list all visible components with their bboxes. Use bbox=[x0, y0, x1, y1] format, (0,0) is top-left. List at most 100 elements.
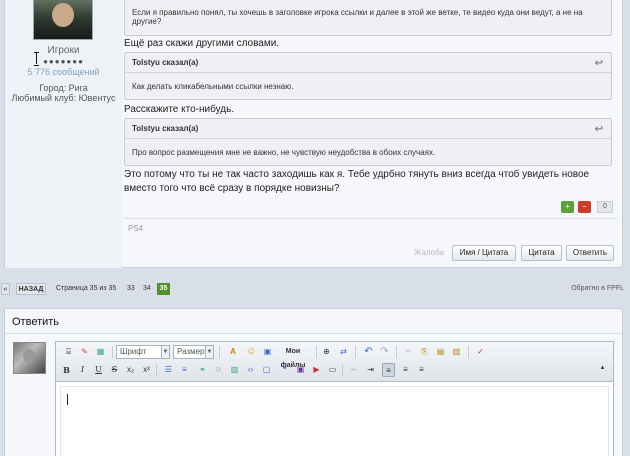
pagination: « НАЗАД Страница 35 из 35 33 34 35 Обрат… bbox=[0, 283, 630, 297]
eraser-icon[interactable]: ✎ bbox=[78, 345, 91, 359]
toolbar-divider bbox=[316, 346, 317, 358]
chevron-down-icon: ▼ bbox=[205, 346, 213, 358]
toolbar-divider bbox=[342, 364, 343, 376]
superscript-icon[interactable]: x² bbox=[140, 363, 153, 377]
source-icon[interactable]: ⌸ bbox=[62, 345, 75, 359]
quote-block: Если я правильно понял, ты хочешь в заго… bbox=[124, 0, 612, 36]
back-to-forum-link[interactable]: Обратно в FPFL bbox=[571, 283, 624, 295]
report-link[interactable]: Жалоба bbox=[414, 248, 444, 257]
outdent-icon[interactable]: ⇤ bbox=[348, 363, 361, 377]
image-icon[interactable]: ▦ bbox=[94, 345, 107, 359]
strikethrough-icon[interactable]: S bbox=[108, 363, 121, 377]
media-icon[interactable]: ▭ bbox=[326, 363, 339, 377]
redo-icon[interactable]: ↷ bbox=[378, 345, 391, 359]
quote-button[interactable]: Цитата bbox=[521, 245, 562, 261]
toolbar-divider bbox=[355, 346, 356, 358]
align-left-icon[interactable]: ≡ bbox=[382, 363, 395, 377]
signature: PS4 bbox=[128, 224, 144, 233]
editor-toolbar: ⌸ ✎ ▦ Шрифт ▼ Размер ▼ A ☺ ▣ Мои файлы ⊕… bbox=[56, 342, 613, 382]
author-city: Город: Рига bbox=[39, 83, 88, 93]
cut-icon[interactable]: ✂ bbox=[402, 345, 415, 359]
quote-block: Tolstyu сказал(а) ↩ Как делать кликабель… bbox=[124, 52, 612, 100]
text-cursor-icon bbox=[34, 52, 40, 66]
reply-textarea[interactable] bbox=[60, 386, 609, 456]
binoculars-icon[interactable]: ⊕ bbox=[320, 345, 333, 359]
quote-text: Если я правильно понял, ты хочешь в заго… bbox=[132, 8, 583, 26]
post-text: Ещё раз скажи другими словами. bbox=[124, 38, 280, 49]
subscript-icon[interactable]: x₂ bbox=[124, 363, 137, 377]
toolbar-divider bbox=[468, 346, 469, 358]
quote-icon[interactable]: ❝ bbox=[278, 363, 291, 377]
rep-count: 0 bbox=[597, 201, 613, 213]
font-color-icon[interactable]: A bbox=[225, 345, 241, 359]
underline-icon[interactable]: U bbox=[92, 363, 105, 377]
quote-arrow-icon[interactable]: ↩ bbox=[595, 124, 603, 135]
author-avatar[interactable] bbox=[33, 0, 93, 40]
forum-post: Игроки ●●●●●●● 5 776 сообщений Город: Ри… bbox=[4, 0, 623, 268]
chevron-down-icon: ▼ bbox=[161, 346, 169, 358]
author-group: Игроки bbox=[47, 45, 80, 56]
text-caret bbox=[67, 394, 68, 405]
pagination-prev-button[interactable]: « bbox=[1, 283, 10, 295]
insert-image-icon[interactable]: ▨ bbox=[228, 363, 241, 377]
toolbar-divider bbox=[112, 346, 113, 358]
quote-arrow-icon[interactable]: ↩ bbox=[595, 58, 603, 69]
bold-icon[interactable]: B bbox=[60, 363, 73, 377]
author-rank-stars: ●●●●●●● bbox=[43, 57, 84, 66]
quote-block: Tolstyu сказал(а) ↩ Про вопрос размещени… bbox=[124, 118, 612, 166]
rep-down-button[interactable]: − bbox=[578, 201, 591, 213]
pagination-info: Страница 35 из 35 bbox=[56, 285, 117, 292]
copy-icon[interactable]: ⎘ bbox=[418, 345, 431, 359]
rep-up-button[interactable]: + bbox=[561, 201, 574, 213]
quote-text: Про вопрос размещения мне не важно, не ч… bbox=[132, 148, 436, 157]
page-link-34[interactable]: 34 bbox=[143, 283, 151, 295]
bullet-list-icon[interactable]: ☰ bbox=[162, 363, 175, 377]
spellcheck-icon[interactable]: ✓ bbox=[474, 345, 487, 359]
quote-header: Tolstyu сказал(а) ↩ bbox=[125, 119, 611, 139]
toolbar-divider bbox=[396, 346, 397, 358]
font-select-value: Шрифт bbox=[120, 347, 147, 356]
paste-word-icon[interactable]: ▥ bbox=[450, 345, 463, 359]
size-select[interactable]: Размер ▼ bbox=[173, 345, 214, 359]
signature-divider bbox=[124, 218, 618, 219]
font-select[interactable]: Шрифт ▼ bbox=[116, 345, 170, 359]
paste-icon[interactable]: ▤ bbox=[434, 345, 447, 359]
author-club: Любимый клуб: Ювентус bbox=[11, 93, 116, 103]
link-icon[interactable]: ⚭ bbox=[196, 363, 209, 377]
video-icon[interactable]: ▣ bbox=[294, 363, 307, 377]
reply-title: Ответить bbox=[12, 316, 60, 328]
undo-icon[interactable]: ↶ bbox=[362, 345, 375, 359]
quote-author: Tolstyu сказал(а) bbox=[132, 58, 199, 67]
indent-icon[interactable]: ⇥ bbox=[364, 363, 377, 377]
post-text: Расскажите кто-нибудь. bbox=[124, 104, 235, 115]
post-author-panel: Игроки ●●●●●●● 5 776 сообщений Город: Ри… bbox=[5, 0, 122, 268]
size-select-value: Размер bbox=[177, 347, 205, 356]
quote-author: Tolstyu сказал(а) bbox=[132, 124, 199, 133]
toolbar-divider bbox=[156, 364, 157, 376]
current-user-avatar bbox=[13, 342, 46, 374]
page-link-33[interactable]: 33 bbox=[127, 283, 135, 295]
post-text: Это потому что ты не так часто заходишь … bbox=[124, 169, 590, 194]
my-files-button[interactable]: Мои файлы bbox=[273, 345, 313, 369]
reply-divider bbox=[5, 333, 622, 334]
numbered-list-icon[interactable]: ≡ bbox=[178, 363, 191, 377]
align-center-icon[interactable]: ≡ bbox=[399, 363, 412, 377]
smiley-icon[interactable]: ☺ bbox=[245, 345, 258, 359]
replace-icon[interactable]: ⇄ bbox=[337, 345, 350, 359]
reply-button[interactable]: Ответить bbox=[566, 245, 614, 261]
youtube-icon[interactable]: ▶ bbox=[310, 363, 323, 377]
rich-text-editor: ⌸ ✎ ▦ Шрифт ▼ Размер ▼ A ☺ ▣ Мои файлы ⊕… bbox=[55, 341, 614, 456]
align-right-icon[interactable]: ≡ bbox=[415, 363, 428, 377]
name-quote-button[interactable]: Имя / Цитата bbox=[452, 245, 516, 261]
collapse-toolbar-icon[interactable]: ▴ bbox=[596, 361, 609, 375]
quote-text: Как делать кликабельными ссылки незнаю. bbox=[132, 82, 294, 91]
author-message-count[interactable]: 5 776 сообщений bbox=[5, 67, 122, 77]
quote-header: Tolstyu сказал(а) ↩ bbox=[125, 53, 611, 73]
toolbar-divider bbox=[219, 346, 220, 358]
pagination-back-button[interactable]: НАЗАД bbox=[16, 283, 46, 295]
code-icon[interactable]: ‹› bbox=[244, 363, 257, 377]
italic-icon[interactable]: I bbox=[76, 363, 89, 377]
page-current-35: 35 bbox=[157, 283, 170, 295]
unlink-icon[interactable]: ⊘ bbox=[212, 363, 225, 377]
spoiler-icon[interactable]: ▢ bbox=[260, 363, 273, 377]
